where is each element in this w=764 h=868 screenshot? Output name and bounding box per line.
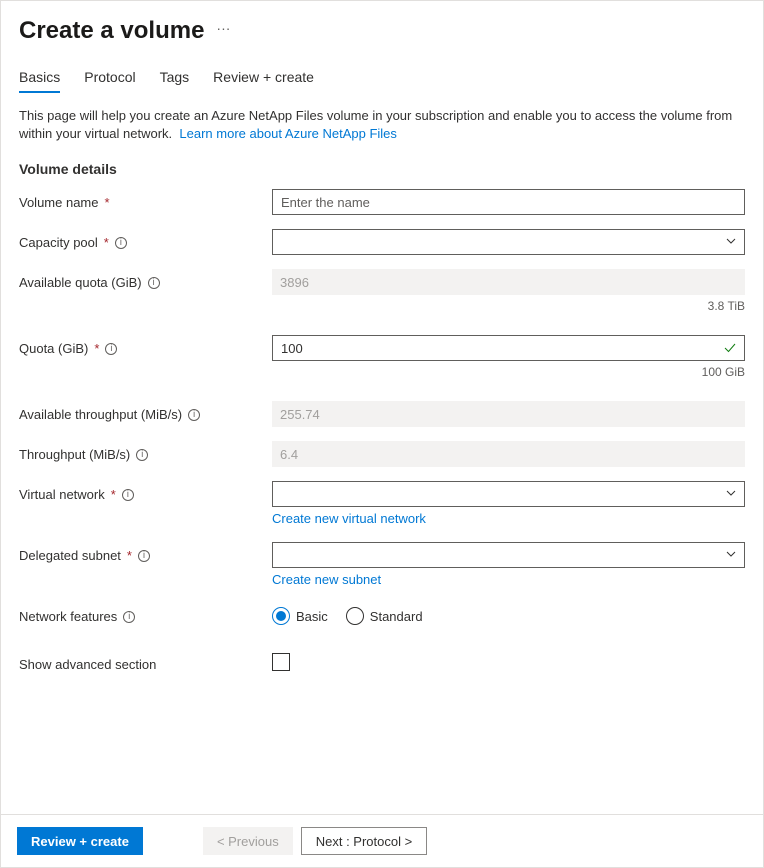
quota-label: Quota (GiB) <box>19 341 88 356</box>
info-icon[interactable]: i <box>138 550 150 562</box>
radio-label-standard: Standard <box>370 609 423 624</box>
available-quota-label: Available quota (GiB) <box>19 275 142 290</box>
network-features-standard-radio[interactable]: Standard <box>346 607 423 625</box>
info-icon[interactable]: i <box>188 409 200 421</box>
create-vnet-link[interactable]: Create new virtual network <box>272 511 426 526</box>
quota-hint: 100 GiB <box>272 365 745 379</box>
tab-bar: Basics Protocol Tags Review + create <box>19 69 745 93</box>
throughput-label: Throughput (MiB/s) <box>19 447 130 462</box>
volume-name-input[interactable] <box>272 189 745 215</box>
tab-tags[interactable]: Tags <box>160 69 190 93</box>
learn-more-link[interactable]: Learn more about Azure NetApp Files <box>179 126 397 141</box>
info-icon[interactable]: i <box>148 277 160 289</box>
required-indicator: * <box>127 548 132 563</box>
check-icon <box>723 341 737 355</box>
network-features-label: Network features <box>19 609 117 624</box>
quota-input[interactable] <box>272 335 745 361</box>
info-icon[interactable]: i <box>123 611 135 623</box>
info-icon[interactable]: i <box>115 237 127 249</box>
radio-label-basic: Basic <box>296 609 328 624</box>
review-create-button[interactable]: Review + create <box>17 827 143 855</box>
available-quota-hint: 3.8 TiB <box>272 299 745 313</box>
tab-review-create[interactable]: Review + create <box>213 69 314 93</box>
section-volume-details: Volume details <box>19 161 745 177</box>
show-advanced-label: Show advanced section <box>19 657 156 672</box>
tab-basics[interactable]: Basics <box>19 69 60 93</box>
required-indicator: * <box>94 341 99 356</box>
required-indicator: * <box>111 487 116 502</box>
tab-protocol[interactable]: Protocol <box>84 69 135 93</box>
more-actions-icon[interactable]: ··· <box>216 20 230 42</box>
required-indicator: * <box>105 195 110 210</box>
info-icon[interactable]: i <box>105 343 117 355</box>
show-advanced-checkbox[interactable] <box>272 653 290 671</box>
required-indicator: * <box>104 235 109 250</box>
network-features-basic-radio[interactable]: Basic <box>272 607 328 625</box>
virtual-network-label: Virtual network <box>19 487 105 502</box>
create-subnet-link[interactable]: Create new subnet <box>272 572 381 587</box>
virtual-network-select[interactable] <box>272 481 745 507</box>
throughput-value <box>272 441 745 467</box>
footer-bar: Review + create < Previous Next : Protoc… <box>1 814 763 867</box>
delegated-subnet-label: Delegated subnet <box>19 548 121 563</box>
capacity-pool-label: Capacity pool <box>19 235 98 250</box>
available-throughput-value <box>272 401 745 427</box>
previous-button: < Previous <box>203 827 293 855</box>
info-icon[interactable]: i <box>122 489 134 501</box>
available-throughput-label: Available throughput (MiB/s) <box>19 407 182 422</box>
capacity-pool-select[interactable] <box>272 229 745 255</box>
volume-name-label: Volume name <box>19 195 99 210</box>
delegated-subnet-select[interactable] <box>272 542 745 568</box>
page-title: Create a volume <box>19 17 204 45</box>
available-quota-value <box>272 269 745 295</box>
info-icon[interactable]: i <box>136 449 148 461</box>
next-button[interactable]: Next : Protocol > <box>301 827 427 855</box>
description-text: This page will help you create an Azure … <box>19 107 745 143</box>
